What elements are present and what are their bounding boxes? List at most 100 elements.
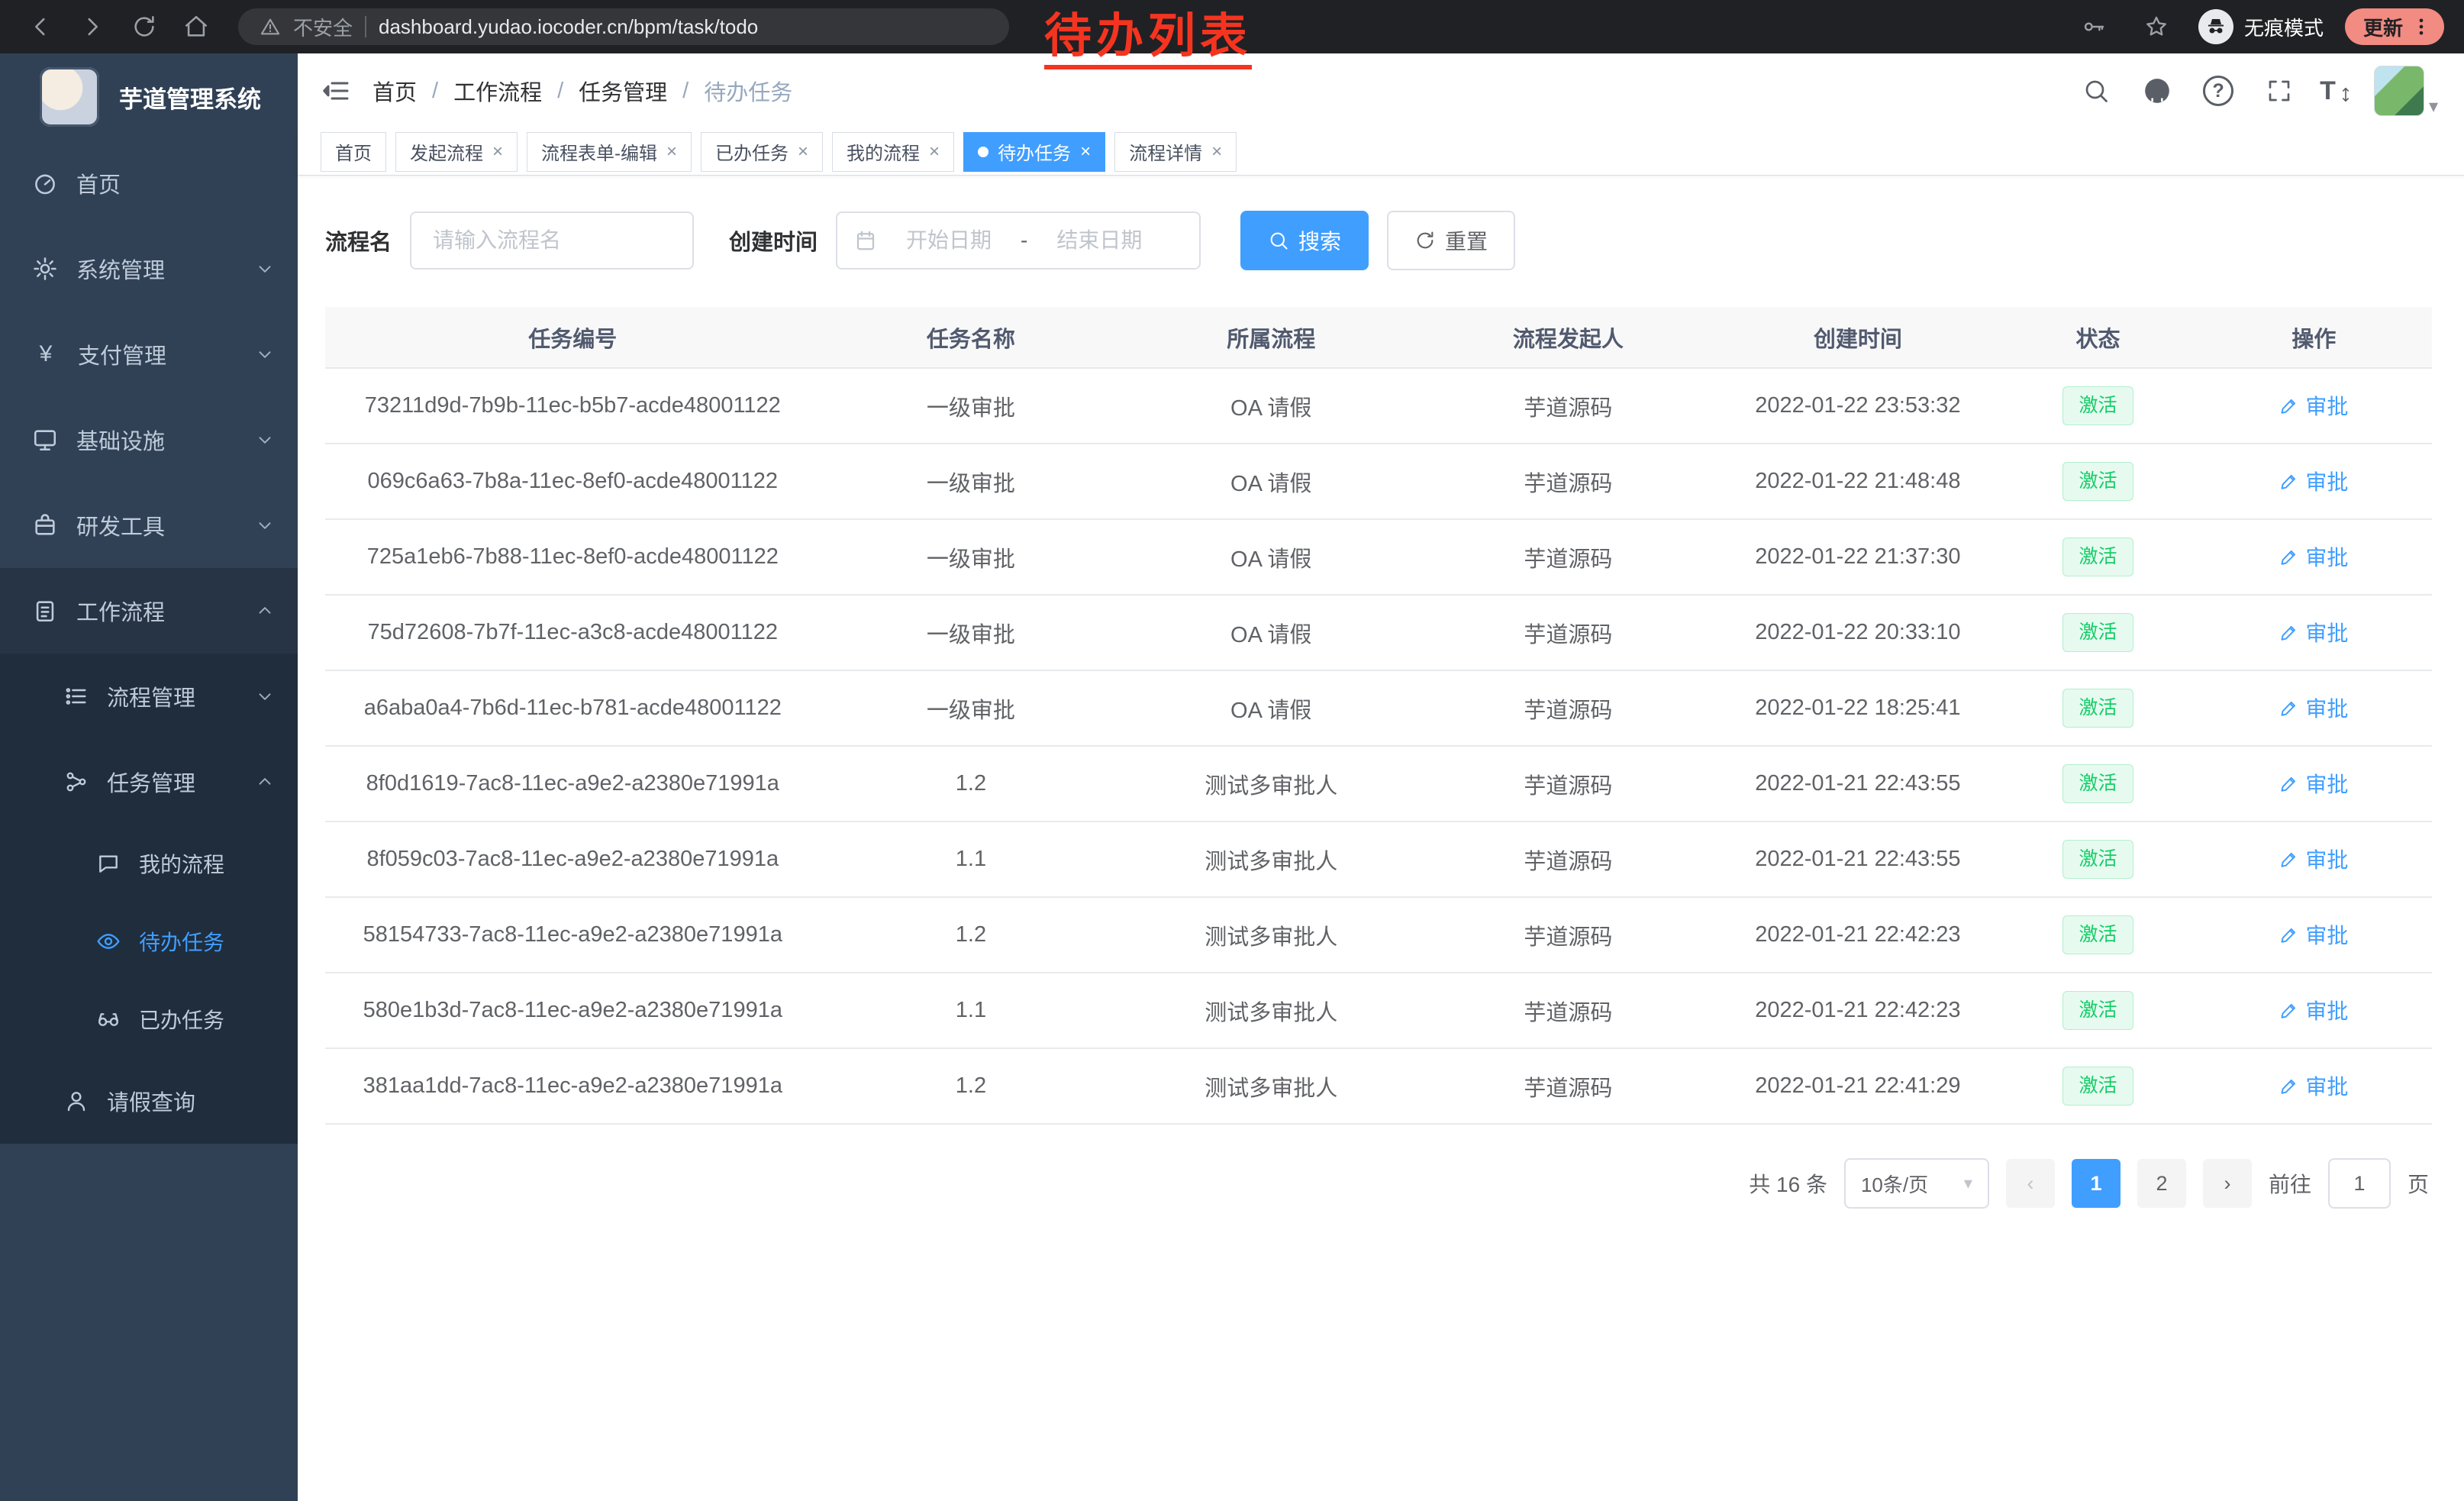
back-button[interactable]	[20, 6, 61, 47]
goto-page-input[interactable]	[2328, 1158, 2391, 1209]
cell-process: OA 请假	[1121, 595, 1421, 670]
close-icon[interactable]: ×	[798, 141, 808, 163]
header-search-button[interactable]	[2075, 70, 2117, 111]
sidebar-item-process-management[interactable]: 流程管理	[0, 654, 298, 739]
sidebar-item-system[interactable]: 系统管理	[0, 226, 298, 311]
tab-start-process[interactable]: 发起流程 ×	[395, 132, 518, 172]
approve-link[interactable]: 审批	[2279, 1070, 2348, 1101]
sidebar-item-task-management[interactable]: 任务管理	[0, 739, 298, 825]
tab-my-process[interactable]: 我的流程 ×	[832, 132, 954, 172]
github-button[interactable]	[2137, 70, 2178, 111]
approve-link[interactable]: 审批	[2279, 919, 2348, 950]
cell-initiator: 芋道源码	[1421, 973, 1715, 1048]
cell-created: 2022-01-21 22:43:55	[1716, 746, 2001, 822]
search-button[interactable]: 搜索	[1240, 211, 1369, 270]
close-icon[interactable]: ×	[1080, 141, 1091, 163]
status-badge: 激活	[2062, 613, 2133, 652]
browser-update-button[interactable]: 更新	[2345, 8, 2444, 45]
warning-icon	[260, 16, 281, 37]
monitor-icon	[32, 427, 58, 453]
font-size-button[interactable]: T	[2320, 76, 2354, 106]
tab-home[interactable]: 首页	[321, 132, 386, 172]
tab-process-form-edit[interactable]: 流程表单-编辑 ×	[527, 132, 692, 172]
start-date-input[interactable]	[888, 228, 1010, 253]
page-size-select[interactable]: 10条/页 ▾	[1844, 1158, 1989, 1209]
end-date-input[interactable]	[1038, 228, 1160, 253]
collapse-sidebar-button[interactable]	[321, 76, 351, 106]
password-key-button[interactable]	[2073, 6, 2114, 47]
page-button-1[interactable]: 1	[2072, 1159, 2121, 1208]
sidebar-item-todo-tasks[interactable]: 待办任务	[0, 902, 298, 980]
chevron-down-icon: ▾	[1964, 1173, 1972, 1193]
approve-link-label: 审批	[2305, 995, 2348, 1025]
refresh-button[interactable]	[124, 6, 165, 47]
close-icon[interactable]: ×	[666, 141, 677, 163]
sidebar-menu: 首页 系统管理 ¥ 支付管理 基础设施 研发工具	[0, 140, 298, 1144]
cell-created: 2022-01-21 22:42:23	[1716, 973, 2001, 1048]
calendar-icon	[854, 229, 877, 252]
approve-link[interactable]: 审批	[2279, 466, 2348, 496]
approve-link[interactable]: 审批	[2279, 390, 2348, 421]
forward-button[interactable]	[72, 6, 113, 47]
process-name-input[interactable]	[410, 211, 694, 270]
chrome-right-controls: 无痕模式 更新	[2073, 6, 2444, 47]
page-button-2[interactable]: 2	[2137, 1159, 2186, 1208]
close-icon[interactable]: ×	[1211, 141, 1222, 163]
next-page-button[interactable]: ›	[2203, 1159, 2252, 1208]
bookmark-star-button[interactable]	[2136, 6, 2177, 47]
address-bar[interactable]: 不安全 dashboard.yudao.iocoder.cn/bpm/task/…	[238, 8, 1009, 45]
chevron-down-icon	[255, 686, 275, 706]
pencil-icon	[2279, 698, 2299, 718]
cell-created: 2022-01-21 22:42:23	[1716, 897, 2001, 973]
page-number: 1	[2090, 1172, 2101, 1196]
sidebar-item-leave-query[interactable]: 请假查询	[0, 1058, 298, 1144]
table-row: 75d72608-7b7f-11ec-a3c8-acde48001122 一级审…	[325, 595, 2432, 670]
approve-link[interactable]: 审批	[2279, 844, 2348, 874]
breadcrumb-workflow[interactable]: 工作流程	[453, 75, 542, 107]
approve-link[interactable]: 审批	[2279, 995, 2348, 1025]
prev-page-button[interactable]: ‹	[2006, 1159, 2055, 1208]
url-text: dashboard.yudao.iocoder.cn/bpm/task/todo	[379, 15, 758, 39]
breadcrumb-task-management[interactable]: 任务管理	[579, 75, 667, 107]
sidebar-item-devtools[interactable]: 研发工具	[0, 483, 298, 568]
cell-process: 测试多审批人	[1121, 822, 1421, 897]
approve-link-label: 审批	[2305, 1070, 2348, 1101]
reset-button[interactable]: 重置	[1387, 211, 1515, 270]
tab-label: 首页	[335, 138, 372, 165]
approve-link[interactable]: 审批	[2279, 768, 2348, 799]
approve-link-label: 审批	[2305, 768, 2348, 799]
sidebar-item-done-tasks[interactable]: 已办任务	[0, 980, 298, 1058]
date-range-separator: -	[1021, 228, 1027, 253]
approve-link[interactable]: 审批	[2279, 692, 2348, 723]
user-menu[interactable]: ▾	[2374, 66, 2438, 116]
close-icon[interactable]: ×	[492, 141, 503, 163]
app-logo[interactable]: 芋道管理系统	[0, 53, 298, 140]
cell-process: OA 请假	[1121, 368, 1421, 444]
table-row: a6aba0a4-7b6d-11ec-b781-acde48001122 一级审…	[325, 670, 2432, 746]
tab-label: 发起流程	[410, 138, 483, 165]
breadcrumb-home[interactable]: 首页	[373, 75, 417, 107]
approve-link[interactable]: 审批	[2279, 617, 2348, 647]
help-button[interactable]: ?	[2198, 70, 2239, 111]
tab-todo-tasks[interactable]: 待办任务 ×	[963, 132, 1105, 172]
sidebar-item-my-process[interactable]: 我的流程	[0, 825, 298, 902]
cell-process: OA 请假	[1121, 444, 1421, 519]
tab-process-detail[interactable]: 流程详情 ×	[1114, 132, 1237, 172]
home-button[interactable]	[176, 6, 217, 47]
approve-link[interactable]: 审批	[2279, 541, 2348, 572]
date-range-picker[interactable]: -	[836, 211, 1201, 270]
tab-done-tasks[interactable]: 已办任务 ×	[701, 132, 823, 172]
sidebar-item-infrastructure[interactable]: 基础设施	[0, 397, 298, 483]
sidebar-item-workflow[interactable]: 工作流程	[0, 568, 298, 654]
sidebar-item-payment[interactable]: ¥ 支付管理	[0, 311, 298, 397]
sidebar-item-home[interactable]: 首页	[0, 140, 298, 226]
topbar-actions: ? T ▾	[2075, 66, 2438, 116]
breadcrumb: 首页 / 工作流程 / 任务管理 / 待办任务	[373, 75, 792, 107]
fullscreen-button[interactable]	[2259, 70, 2300, 111]
close-icon[interactable]: ×	[929, 141, 940, 163]
breadcrumb-separator: /	[557, 79, 563, 104]
approve-link-label: 审批	[2305, 541, 2348, 572]
question-icon: ?	[2203, 76, 2233, 106]
cell-process: OA 请假	[1121, 670, 1421, 746]
cell-task-id: 73211d9d-7b9b-11ec-b5b7-acde48001122	[325, 368, 821, 444]
